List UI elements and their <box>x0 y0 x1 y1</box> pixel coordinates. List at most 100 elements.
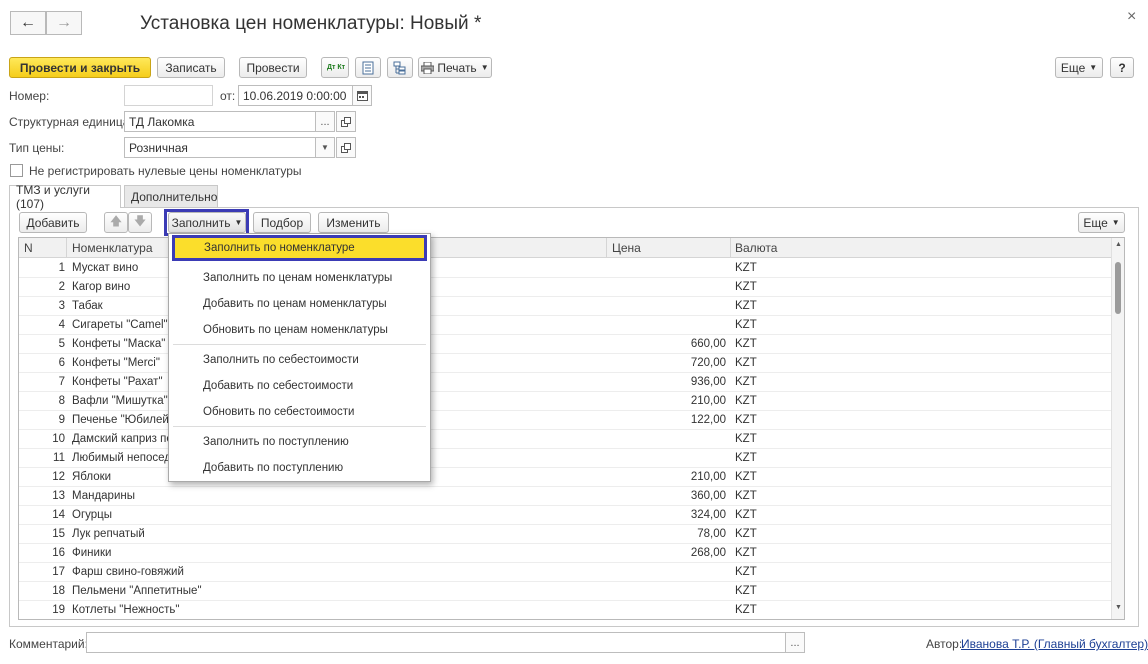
calendar-icon <box>356 91 368 101</box>
table-row[interactable]: 16 Финики 268,00 KZT <box>19 544 1111 563</box>
row-number: 15 <box>52 528 65 540</box>
column-currency[interactable]: Валюта <box>735 241 777 255</box>
comment-edit-button[interactable]: ... <box>785 632 805 653</box>
row-item-name: Печенье "Юбилейн <box>72 414 176 426</box>
row-number: 3 <box>58 300 65 312</box>
column-item[interactable]: Номенклатура <box>72 241 153 255</box>
table-row[interactable]: 19 Котлеты "Нежность" KZT <box>19 601 1111 619</box>
table-row[interactable]: 18 Пельмени "Аппетитные" KZT <box>19 582 1111 601</box>
row-number: 11 <box>53 452 65 464</box>
structure-button[interactable] <box>387 57 413 78</box>
author-label: Автор: <box>926 637 963 651</box>
save-button[interactable]: Записать <box>157 57 225 78</box>
row-number: 6 <box>58 357 65 369</box>
menu-item-fill-by-prices[interactable]: Заполнить по ценам номенклатуры <box>169 266 430 290</box>
table-row[interactable]: 15 Лук репчатый 78,00 KZT <box>19 525 1111 544</box>
menu-item-add-by-cost[interactable]: Добавить по себестоимости <box>169 374 430 398</box>
menu-item-fill-by-items[interactable]: Заполнить по номенклатуре <box>172 235 427 261</box>
close-icon[interactable]: × <box>1127 8 1136 26</box>
row-number: 13 <box>52 490 65 502</box>
row-currency: KZT <box>735 471 757 483</box>
comment-field[interactable] <box>86 632 786 653</box>
row-price: 360,00 <box>690 490 726 502</box>
row-item-name: Конфеты "Merci" <box>72 357 160 369</box>
row-number: 2 <box>58 281 65 293</box>
menu-item-update-by-prices[interactable]: Обновить по ценам номенклатуры <box>169 318 430 342</box>
move-down-button[interactable]: 🡇 <box>128 212 152 233</box>
tab-tmz-services[interactable]: ТМЗ и услуги (107) <box>9 183 121 211</box>
column-n[interactable]: N <box>24 241 33 255</box>
pick-button[interactable]: Подбор <box>253 212 311 233</box>
row-price: 210,00 <box>690 471 726 483</box>
price-type-field[interactable]: Розничная <box>124 137 316 158</box>
row-item-name: Табак <box>72 300 103 312</box>
row-currency: KZT <box>735 452 757 464</box>
chevron-down-icon: ▼ <box>1111 218 1120 227</box>
row-number: 5 <box>58 338 65 350</box>
unit-field[interactable]: ТД Лакомка <box>124 111 316 132</box>
page-title: Установка цен номенклатуры: Новый * <box>140 13 482 34</box>
list-button[interactable] <box>355 57 381 78</box>
move-up-button[interactable]: 🡅 <box>104 212 128 233</box>
scroll-up-icon[interactable]: ▲ <box>1115 241 1122 248</box>
ellipsis-icon: ... <box>790 636 800 649</box>
price-type-open-button[interactable] <box>336 137 356 158</box>
forward-button[interactable]: → <box>46 11 82 35</box>
unit-select-button[interactable]: ... <box>315 111 335 132</box>
date-field[interactable]: 10.06.2019 0:00:00 <box>238 85 353 106</box>
row-price: 660,00 <box>690 338 726 350</box>
table-row[interactable]: 13 Мандарины 360,00 KZT <box>19 487 1111 506</box>
menu-item-add-by-receipt[interactable]: Добавить по поступлению <box>169 456 430 480</box>
row-item-name: Дамский каприз пе <box>72 433 173 445</box>
add-row-button[interactable]: Добавить <box>19 212 87 233</box>
row-item-name: Пельмени "Аппетитные" <box>72 585 202 597</box>
menu-separator <box>173 344 426 345</box>
scroll-down-icon[interactable]: ▼ <box>1115 604 1122 611</box>
row-number: 16 <box>52 547 65 559</box>
chevron-down-icon: ▼ <box>480 63 489 72</box>
change-button[interactable]: Изменить <box>318 212 389 233</box>
column-price[interactable]: Цена <box>612 241 641 255</box>
row-item-name: Мускат вино <box>72 262 139 274</box>
chevron-down-icon: ▼ <box>321 143 329 152</box>
fill-button[interactable]: Заполнить ▼ <box>168 212 246 233</box>
scrollbar-thumb[interactable] <box>1115 262 1121 314</box>
post-button[interactable]: Провести <box>239 57 307 78</box>
menu-item-add-by-prices[interactable]: Добавить по ценам номенклатуры <box>169 292 430 316</box>
arrow-down-icon: 🡇 <box>133 214 147 228</box>
scrollbar[interactable]: ▲ ▼ <box>1111 238 1124 619</box>
menu-item-fill-by-receipt[interactable]: Заполнить по поступлению <box>169 430 430 454</box>
unit-open-button[interactable] <box>336 111 356 132</box>
help-button[interactable]: ? <box>1110 57 1134 78</box>
table-more-button[interactable]: Еще ▼ <box>1078 212 1125 233</box>
row-currency: KZT <box>735 566 757 578</box>
zero-prices-label: Не регистрировать нулевые цены номенклат… <box>29 164 302 178</box>
forward-arrow-icon: → <box>56 14 72 31</box>
dt-kt-button[interactable]: Дт Кт <box>321 57 349 78</box>
calendar-button[interactable] <box>352 85 372 106</box>
row-price: 936,00 <box>690 376 726 388</box>
row-number: 8 <box>58 395 65 407</box>
menu-item-fill-by-cost[interactable]: Заполнить по себестоимости <box>169 348 430 372</box>
row-number: 1 <box>58 262 65 274</box>
row-currency: KZT <box>735 585 757 597</box>
hierarchy-icon <box>393 61 406 74</box>
post-and-close-button[interactable]: Провести и закрыть <box>9 57 151 78</box>
print-button[interactable]: Печать ▼ <box>418 57 492 78</box>
row-currency: KZT <box>735 262 757 274</box>
zero-prices-checkbox[interactable] <box>10 164 23 177</box>
author-link[interactable]: Иванова Т.Р. (Главный бухгалтер) <box>961 637 1148 651</box>
number-field[interactable] <box>124 85 213 106</box>
row-currency: KZT <box>735 414 757 426</box>
row-item-name: Конфеты "Маска" <box>72 338 166 350</box>
back-button[interactable]: ← <box>10 11 46 35</box>
table-row[interactable]: 14 Огурцы 324,00 KZT <box>19 506 1111 525</box>
table-more-label: Еще <box>1083 215 1108 230</box>
menu-item-update-by-cost[interactable]: Обновить по себестоимости <box>169 400 430 424</box>
price-type-dropdown-button[interactable]: ▼ <box>315 137 335 158</box>
number-label: Номер: <box>9 89 50 103</box>
table-row[interactable]: 17 Фарш свино-говяжий KZT <box>19 563 1111 582</box>
tab-additional[interactable]: Дополнительно <box>124 185 218 207</box>
more-actions-button[interactable]: Еще ▼ <box>1055 57 1103 78</box>
date-from-label: от: <box>220 89 236 103</box>
